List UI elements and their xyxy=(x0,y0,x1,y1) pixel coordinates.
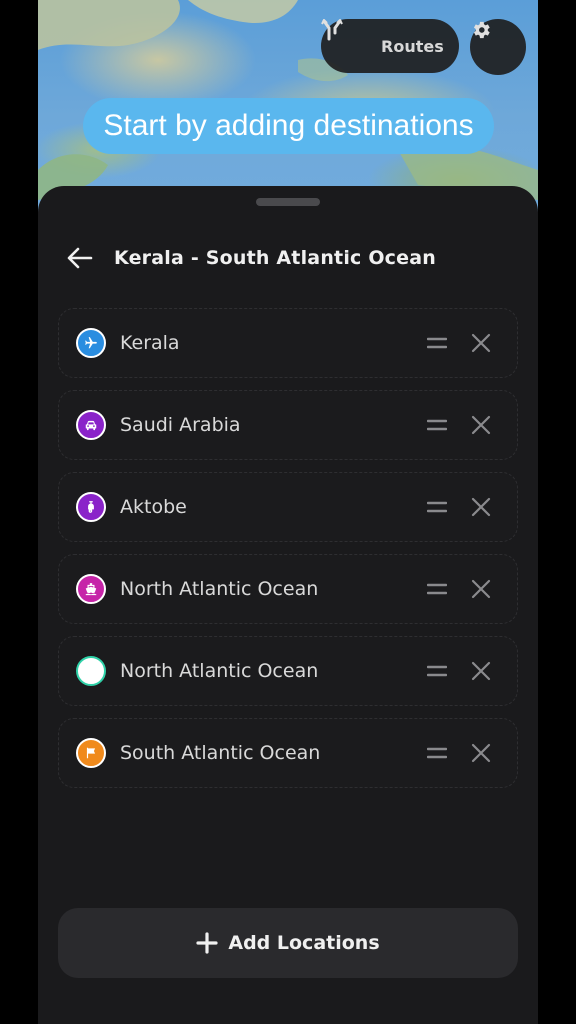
close-icon[interactable] xyxy=(469,413,493,437)
app-screen: Routes Start by adding destinations Kera… xyxy=(38,0,538,1024)
stop-item[interactable]: North Atlantic Ocean xyxy=(58,636,518,706)
car-icon xyxy=(76,410,106,440)
stop-item[interactable]: Aktobe xyxy=(58,472,518,542)
back-arrow-icon[interactable] xyxy=(66,244,94,272)
route-split-icon xyxy=(321,19,363,57)
trip-title: Kerala - South Atlantic Ocean xyxy=(114,247,436,269)
plus-icon xyxy=(196,932,218,954)
close-icon[interactable] xyxy=(469,659,493,683)
drag-handle-icon[interactable] xyxy=(427,743,447,763)
circle-marker-icon xyxy=(76,656,106,686)
sheet-drag-handle[interactable] xyxy=(256,198,320,206)
stop-item[interactable]: South Atlantic Ocean xyxy=(58,718,518,788)
drag-handle-icon[interactable] xyxy=(427,579,447,599)
sheet-header: Kerala - South Atlantic Ocean xyxy=(66,238,436,278)
stop-item[interactable]: North Atlantic Ocean xyxy=(58,554,518,624)
routes-button[interactable]: Routes xyxy=(321,19,459,73)
trip-bottom-sheet: Kerala - South Atlantic Ocean Kerala Sau… xyxy=(38,186,538,1024)
onboarding-hint: Start by adding destinations xyxy=(83,98,494,154)
add-locations-button[interactable]: Add Locations xyxy=(58,908,518,978)
close-icon[interactable] xyxy=(469,331,493,355)
scooter-icon xyxy=(76,492,106,522)
ship-icon xyxy=(76,574,106,604)
drag-handle-icon[interactable] xyxy=(427,415,447,435)
close-icon[interactable] xyxy=(469,577,493,601)
stop-label: Aktobe xyxy=(120,495,187,518)
drag-handle-icon[interactable] xyxy=(427,333,447,353)
settings-button[interactable] xyxy=(470,19,526,75)
stop-label: South Atlantic Ocean xyxy=(120,741,321,764)
flag-icon xyxy=(76,738,106,768)
close-icon[interactable] xyxy=(469,741,493,765)
close-icon[interactable] xyxy=(469,495,493,519)
add-locations-label: Add Locations xyxy=(228,932,380,954)
drag-handle-icon[interactable] xyxy=(427,497,447,517)
routes-label: Routes xyxy=(381,36,444,56)
airplane-icon xyxy=(76,328,106,358)
stop-list: Kerala Saudi Arabia Aktobe North Atlanti… xyxy=(58,308,518,800)
stop-item[interactable]: Saudi Arabia xyxy=(58,390,518,460)
stop-label: North Atlantic Ocean xyxy=(120,577,319,600)
drag-handle-icon[interactable] xyxy=(427,661,447,681)
stop-label: Saudi Arabia xyxy=(120,413,241,436)
stop-item[interactable]: Kerala xyxy=(58,308,518,378)
stop-label: Kerala xyxy=(120,331,180,354)
stop-label: North Atlantic Ocean xyxy=(120,659,319,682)
